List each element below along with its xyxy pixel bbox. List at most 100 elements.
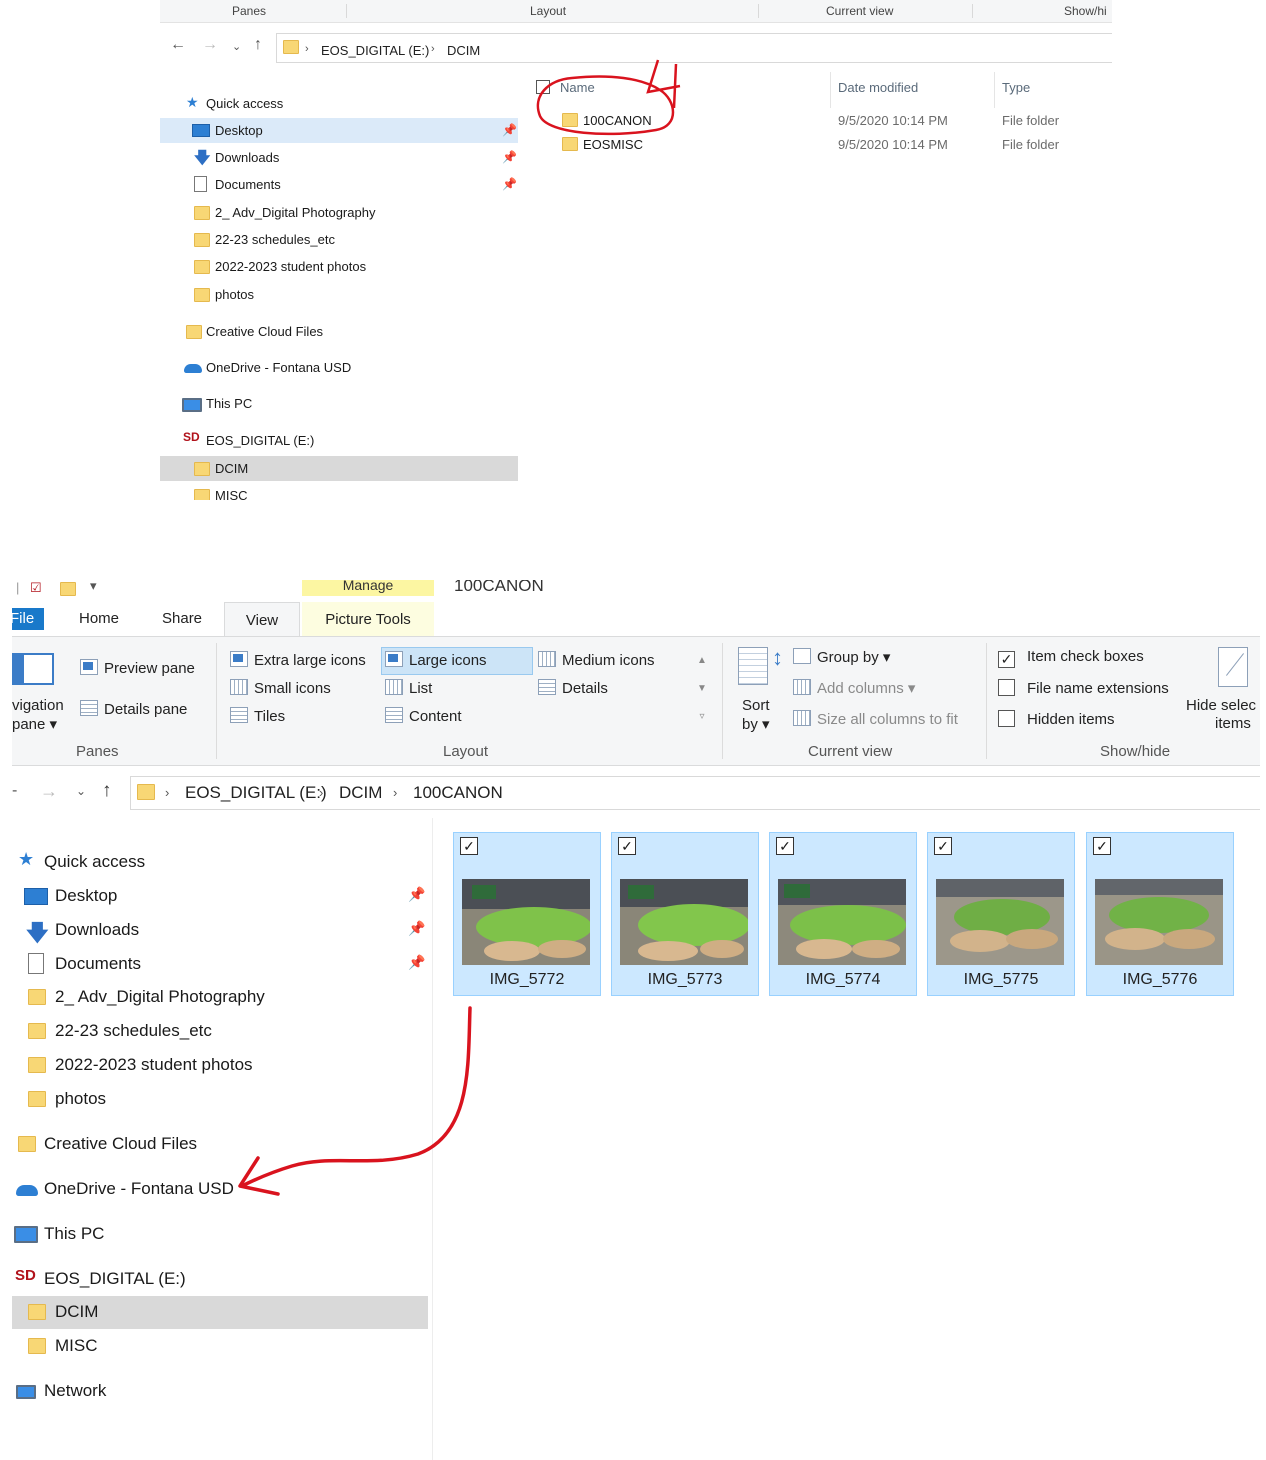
ribbon-group-labels: Panes Layout Current view Show/hi — [160, 0, 1112, 23]
hide-selected-label-1[interactable]: Hide selec — [1186, 697, 1256, 714]
nav-network[interactable]: Network — [12, 1375, 428, 1408]
layout-medium-icons[interactable]: Medium icons — [538, 651, 655, 669]
forward-arrow-icon[interactable]: → — [202, 36, 218, 54]
tab-file[interactable]: File — [12, 608, 45, 630]
nav-quick-access[interactable]: ★ Quick access — [12, 846, 428, 879]
back-arrow-icon[interactable]: - — [12, 782, 17, 800]
nav-documents[interactable]: Documents 📌 — [160, 172, 518, 197]
window-title: 100CANON — [454, 580, 544, 595]
layout-extra-large-icons[interactable]: Extra large icons — [230, 651, 366, 669]
nav-dcim[interactable]: DCIM — [160, 456, 518, 481]
image-thumbnail[interactable]: ✓ IMG_5773 — [611, 832, 759, 996]
nav-dcim[interactable]: DCIM — [12, 1296, 428, 1329]
pin-icon[interactable]: 📌 — [502, 177, 517, 191]
hidden-items-toggle[interactable]: Hidden items — [998, 710, 1115, 728]
nav-student-photos[interactable]: 2022-2023 student photos — [160, 254, 518, 279]
nav-misc[interactable]: MISC — [160, 483, 518, 500]
manage-contextual-tab[interactable]: Manage — [302, 580, 434, 596]
nav-misc[interactable]: MISC — [12, 1330, 428, 1363]
hide-selected-label-2[interactable]: items — [1215, 715, 1251, 732]
nav-label: DCIM — [215, 461, 249, 476]
layout-large-icons[interactable]: Large icons — [385, 651, 487, 669]
nav-this-pc[interactable]: This PC — [160, 391, 518, 416]
layout-content[interactable]: Content — [385, 707, 462, 725]
checkbox-icon — [998, 679, 1015, 696]
nav-adv-photo[interactable]: 2_ Adv_Digital Photography — [160, 200, 518, 225]
preview-pane-button[interactable]: Preview pane — [80, 659, 195, 677]
pin-icon[interactable]: 📌 — [408, 954, 425, 971]
nav-schedules[interactable]: 22-23 schedules_etc — [160, 227, 518, 252]
breadcrumb-eos-digital[interactable]: EOS_DIGITAL (E:) — [185, 783, 327, 803]
navigation-pane-label-1[interactable]: vigation — [12, 697, 64, 714]
tab-view[interactable]: View — [224, 602, 300, 637]
sort-by-label-1[interactable]: Sort — [742, 697, 770, 714]
checkbox-checked-icon[interactable]: ✓ — [618, 837, 636, 855]
layout-details[interactable]: Details — [538, 679, 608, 697]
hidden-items-label: Hidden items — [1027, 711, 1115, 728]
breadcrumb-dcim[interactable]: DCIM — [447, 43, 480, 58]
nav-eos-digital[interactable]: SD EOS_DIGITAL (E:) — [160, 428, 518, 453]
tab-share[interactable]: Share — [162, 610, 202, 627]
red-arrow-annotation — [238, 1006, 472, 1196]
pin-icon[interactable]: 📌 — [502, 123, 517, 137]
hide-selected-items-icon[interactable] — [1218, 647, 1248, 687]
layout-scroll-arrows[interactable]: ▲ ▼ ▿ — [694, 647, 710, 731]
nav-photos[interactable]: photos — [160, 282, 518, 307]
layout-list[interactable]: List — [385, 679, 432, 697]
back-arrow-icon[interactable]: ← — [170, 36, 186, 54]
up-arrow-icon[interactable]: ↑ — [102, 780, 112, 802]
pin-icon[interactable]: 📌 — [408, 886, 425, 903]
tab-picture-tools[interactable]: Picture Tools — [302, 602, 434, 636]
nav-label: This PC — [44, 1224, 105, 1243]
breadcrumb-dcim[interactable]: DCIM — [339, 783, 382, 803]
customize-toolbar-icon[interactable]: ▾ — [90, 580, 97, 594]
nav-this-pc[interactable]: This PC — [12, 1218, 428, 1251]
image-thumbnail[interactable]: ✓ IMG_5776 — [1086, 832, 1234, 996]
new-folder-icon[interactable] — [60, 582, 76, 596]
up-arrow-icon[interactable]: ↑ — [254, 36, 262, 54]
checkbox-checked-icon[interactable]: ✓ — [776, 837, 794, 855]
recent-locations-chevron-icon[interactable]: ⌄ — [76, 784, 86, 798]
add-columns-button[interactable]: Add columns ▾ — [793, 679, 915, 697]
column-header-date[interactable]: Date modified — [838, 80, 918, 95]
navigation-pane-label-2[interactable]: pane ▾ — [12, 715, 57, 733]
breadcrumb-100canon[interactable]: 100CANON — [413, 783, 503, 803]
nav-eos-digital[interactable]: SD EOS_DIGITAL (E:) — [12, 1263, 428, 1296]
pin-icon[interactable]: 📌 — [502, 150, 517, 164]
nav-desktop[interactable]: Desktop 📌 — [12, 880, 428, 913]
group-by-button[interactable]: Group by ▾ — [793, 648, 890, 666]
forward-arrow-icon[interactable]: → — [40, 781, 58, 802]
checkbox-checked-icon[interactable]: ✓ — [460, 837, 478, 855]
nav-label: photos — [55, 1089, 107, 1108]
download-arrow-icon: 🡇 — [194, 150, 211, 167]
size-columns-button[interactable]: Size all columns to fit — [793, 710, 958, 728]
details-pane-button[interactable]: Details pane — [80, 700, 187, 718]
breadcrumb-eos-digital[interactable]: EOS_DIGITAL (E:) — [321, 43, 429, 58]
layout-tiles[interactable]: Tiles — [230, 707, 285, 725]
image-thumbnail[interactable]: ✓ IMG_5774 — [769, 832, 917, 996]
recent-locations-chevron-icon[interactable]: ⌄ — [232, 40, 241, 53]
image-thumbnail[interactable]: ✓ IMG_5772 — [453, 832, 601, 996]
nav-downloads[interactable]: 🡇 Downloads 📌 — [160, 145, 518, 170]
navigation-pane-icon[interactable] — [12, 653, 54, 685]
image-thumbnail[interactable]: ✓ IMG_5775 — [927, 832, 1075, 996]
sort-by-label-2[interactable]: by ▾ — [742, 715, 770, 733]
checkbox-checked-icon[interactable]: ✓ — [934, 837, 952, 855]
nav-quick-access[interactable]: ★ Quick access — [160, 91, 518, 116]
nav-documents[interactable]: Documents 📌 — [12, 948, 428, 981]
properties-check-icon[interactable]: ☑ — [30, 580, 42, 596]
layout-small-icons[interactable]: Small icons — [230, 679, 331, 697]
nav-desktop[interactable]: Desktop 📌 — [160, 118, 518, 143]
nav-downloads[interactable]: 🡇 Downloads 📌 — [12, 914, 428, 947]
nav-onedrive[interactable]: OneDrive - Fontana USD — [160, 355, 518, 380]
nav-creative-cloud[interactable]: Creative Cloud Files — [160, 319, 518, 344]
tab-home[interactable]: Home — [79, 610, 119, 627]
sort-by-icon[interactable] — [738, 647, 768, 685]
column-header-type[interactable]: Type — [1002, 80, 1030, 95]
file-name-extensions-toggle[interactable]: File name extensions — [998, 679, 1169, 697]
item-check-boxes-toggle[interactable]: ✓ Item check boxes — [998, 648, 1144, 668]
pin-icon[interactable]: 📌 — [408, 920, 425, 937]
address-bar[interactable]: › EOS_DIGITAL (E:) › DCIM › 100CANON — [130, 776, 1260, 810]
checkbox-checked-icon[interactable]: ✓ — [1093, 837, 1111, 855]
nav-label: Creative Cloud Files — [44, 1134, 198, 1153]
